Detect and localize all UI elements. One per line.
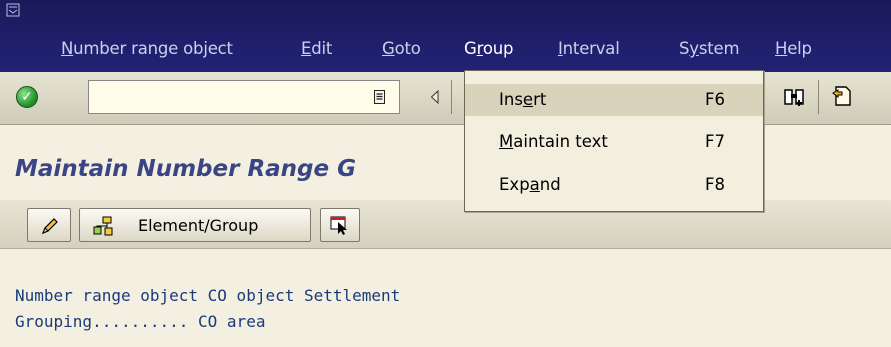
shortcut-label: F6 — [705, 90, 725, 109]
menu-edit[interactable]: Edit — [301, 39, 332, 58]
content-line: Number range object CO object Settlement — [15, 286, 401, 305]
command-history-icon[interactable] — [374, 90, 385, 104]
menu-group[interactable]: Group — [464, 39, 513, 58]
command-field[interactable] — [88, 80, 400, 114]
pencil-icon — [41, 218, 58, 235]
menu-number-range-object[interactable]: Number range object — [61, 39, 233, 58]
change-button[interactable] — [27, 208, 71, 242]
back-arrow-icon[interactable] — [430, 90, 439, 104]
group-dropdown-menu: Insert F6 Maintain text F7 Expand F8 — [464, 70, 764, 212]
find-next-icon[interactable] — [783, 86, 807, 108]
checkmark-icon[interactable]: ✓ — [16, 86, 38, 108]
create-session-icon[interactable] — [829, 85, 855, 109]
toolbar-separator — [451, 80, 452, 114]
shortcut-label: F7 — [705, 132, 725, 151]
menu-item-label: Insert — [499, 90, 547, 109]
menu-item-insert[interactable]: Insert F6 — [465, 84, 763, 116]
menu-item-label: Maintain text — [499, 132, 608, 151]
content-line: Grouping.......... CO area — [15, 312, 266, 331]
menu-goto[interactable]: Goto — [382, 39, 421, 58]
menu-item-expand[interactable]: Expand F8 — [465, 169, 763, 201]
menu-item-maintain-text[interactable]: Maintain text F7 — [465, 126, 763, 158]
menu-item-label: Expand — [499, 175, 561, 194]
menu-bar: Number range object Edit Goto Group Inte… — [0, 0, 891, 72]
menu-interval[interactable]: Interval — [558, 39, 620, 58]
select-button[interactable] — [320, 208, 360, 242]
shortcut-label: F8 — [705, 175, 725, 194]
hierarchy-icon — [93, 216, 113, 236]
element-group-label: Element/Group — [138, 216, 259, 235]
toolbar-separator — [818, 80, 819, 114]
menu-system[interactable]: System — [679, 39, 740, 58]
element-group-button[interactable]: Element/Group — [79, 208, 311, 242]
menu-help[interactable]: Help — [775, 39, 812, 58]
window-menu-icon[interactable] — [6, 3, 20, 17]
page-title: Maintain Number Range G — [15, 156, 357, 182]
content-area: Number range object CO object Settlement… — [15, 283, 400, 335]
select-cursor-icon — [330, 216, 347, 235]
